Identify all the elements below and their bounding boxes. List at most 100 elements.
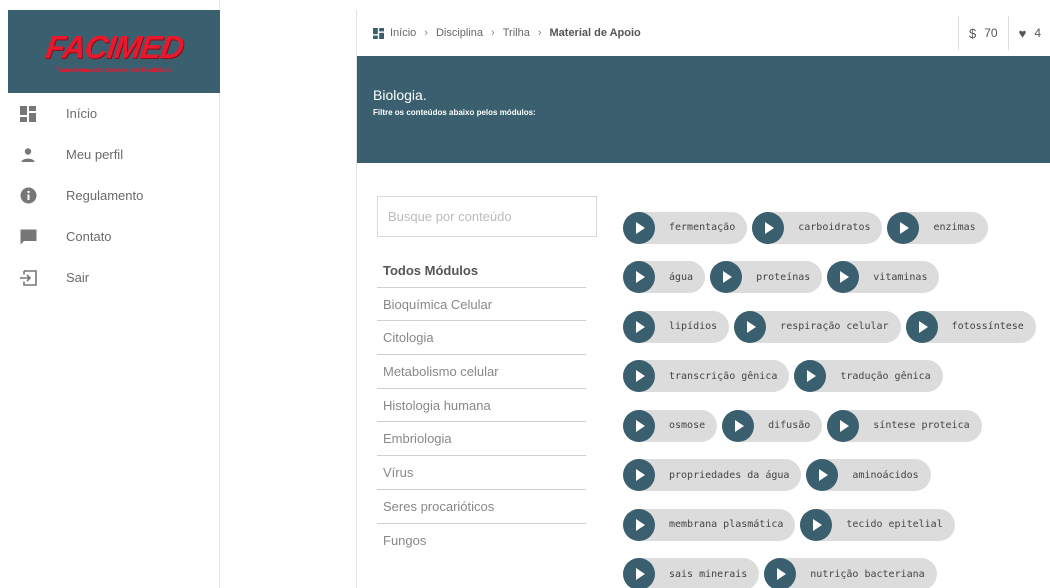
content-chip[interactable]: transcrição gênica — [623, 360, 790, 393]
content-chip[interactable]: vitaminas — [827, 261, 940, 294]
coins-stat: $ 70 — [958, 16, 1008, 50]
content-chip[interactable]: sais minerais — [623, 558, 760, 588]
content-chip-label: síntese proteica — [873, 420, 970, 432]
content-chip-label: enzimas — [933, 222, 976, 234]
info-icon — [18, 186, 38, 206]
play-icon[interactable] — [827, 409, 860, 442]
likes-stat: ♥ 4 — [1007, 16, 1050, 50]
sidebar-item-label: Contato — [66, 229, 112, 244]
play-icon[interactable] — [827, 261, 860, 294]
sidebar-item-contato[interactable]: Contato — [0, 216, 219, 257]
module-item[interactable]: Vírus — [377, 456, 586, 490]
play-icon[interactable] — [623, 310, 655, 343]
content-chip-label: transcrição gênica — [669, 370, 778, 382]
content-row: osmose difusão síntese proteica — [623, 401, 1043, 451]
likes-value: 4 — [1034, 26, 1041, 40]
module-item[interactable]: Citologia — [377, 321, 586, 356]
logo-name: FACIMED — [43, 29, 186, 65]
play-icon[interactable] — [623, 211, 655, 244]
play-icon[interactable] — [710, 261, 743, 294]
content-chip[interactable]: enzimas — [887, 211, 988, 244]
content-chip[interactable]: difusão — [722, 409, 823, 442]
top-bar: Início › Disciplina › Trilha › Material … — [357, 10, 1050, 56]
chevron-right-icon: › — [424, 27, 428, 39]
sidebar-item-inicio[interactable]: Início — [0, 93, 219, 134]
play-icon[interactable] — [764, 558, 797, 588]
content-chip[interactable]: tradução gênica — [794, 360, 943, 393]
play-icon[interactable] — [623, 360, 655, 393]
content-chip[interactable]: aminoácidos — [806, 459, 931, 492]
content-row: água proteínas vitaminas — [623, 253, 1043, 303]
content-chip-label: lipídios — [669, 321, 718, 333]
module-item[interactable]: Seres procarióticos — [377, 490, 586, 524]
content-chip[interactable]: fotossíntese — [905, 310, 1036, 343]
play-icon[interactable] — [722, 409, 755, 442]
sidebar-item-sair[interactable]: Sair — [0, 257, 219, 298]
person-icon — [18, 145, 38, 165]
logout-icon — [18, 268, 38, 288]
content-chip[interactable]: lipídios — [623, 310, 730, 343]
sidebar-item-meu-perfil[interactable]: Meu perfil — [0, 134, 219, 175]
breadcrumb-inicio[interactable]: Início — [390, 27, 416, 39]
play-icon[interactable] — [623, 459, 655, 492]
logo-tagline: Transformando Sonhos em Realidade — [55, 67, 173, 74]
module-item[interactable]: Todos Módulos — [377, 254, 586, 288]
content-chip[interactable]: tecido epitelial — [800, 508, 955, 541]
content-chip-label: água — [669, 271, 694, 283]
content-chip[interactable]: propriedades da água — [623, 459, 802, 492]
main-content: Início › Disciplina › Trilha › Material … — [356, 10, 1050, 588]
app-root: FACIMED Transformando Sonhos em Realidad… — [0, 0, 1050, 588]
play-icon[interactable] — [734, 310, 767, 343]
sidebar-item-regulamento[interactable]: Regulamento — [0, 175, 219, 216]
play-icon[interactable] — [623, 558, 655, 588]
content-row: transcrição gênica tradução gênica — [623, 352, 1043, 402]
content-chip-label: tecido epitelial — [846, 519, 943, 531]
play-icon[interactable] — [887, 211, 920, 244]
dashboard-icon — [373, 27, 384, 39]
content-chip[interactable]: água — [623, 261, 706, 294]
content-chip[interactable]: carboidratos — [752, 211, 883, 244]
content-chip-label: fermentação — [669, 222, 736, 234]
play-icon[interactable] — [806, 459, 839, 492]
search-input[interactable] — [377, 196, 597, 237]
content-chip[interactable]: fermentação — [623, 211, 748, 244]
dashboard-icon — [18, 104, 38, 124]
module-list: Todos Módulos Bioquímica Celular Citologia… — [377, 254, 586, 557]
sidebar-item-label: Início — [66, 106, 98, 121]
content-chip[interactable]: nutrição bacteriana — [764, 558, 937, 588]
heart-icon: ♥ — [1018, 25, 1027, 41]
module-item[interactable]: Fungos — [377, 524, 586, 558]
content-chip-label: membrana plasmática — [669, 519, 784, 531]
play-icon[interactable] — [794, 360, 827, 393]
logo[interactable]: FACIMED Transformando Sonhos em Realidad… — [8, 10, 220, 93]
chevron-right-icon: › — [491, 27, 495, 39]
sidebar: FACIMED Transformando Sonhos em Realidad… — [0, 0, 220, 588]
play-icon[interactable] — [800, 508, 833, 541]
content-chip[interactable]: osmose — [623, 409, 718, 442]
play-icon[interactable] — [905, 310, 938, 343]
content-chip[interactable]: síntese proteica — [827, 409, 982, 442]
content-chip[interactable]: membrana plasmática — [623, 508, 796, 541]
module-item[interactable]: Metabolismo celular — [377, 355, 586, 389]
content-row: membrana plasmática tecido epitelial — [623, 500, 1043, 550]
breadcrumb-trilha[interactable]: Trilha — [503, 27, 530, 39]
play-icon[interactable] — [623, 409, 655, 442]
breadcrumb-disciplina[interactable]: Disciplina — [436, 27, 483, 39]
module-item[interactable]: Bioquímica Celular — [377, 288, 586, 322]
content-chip[interactable]: proteínas — [710, 261, 823, 294]
user-stats: $ 70 ♥ 4 — [958, 16, 1050, 50]
content-chip-label: tradução gênica — [840, 370, 931, 382]
play-icon[interactable] — [623, 508, 655, 541]
module-item[interactable]: Histologia humana — [377, 389, 586, 423]
play-icon[interactable] — [623, 261, 655, 294]
content-chip-label: aminoácidos — [852, 469, 919, 481]
breadcrumb: Início › Disciplina › Trilha › Material … — [373, 27, 641, 39]
page-subtitle: Filtre os conteúdos abaixo pelos módulos… — [373, 108, 536, 117]
module-item[interactable]: Embriologia — [377, 422, 586, 457]
content-chip[interactable]: respiração celular — [734, 310, 901, 343]
play-icon[interactable] — [752, 211, 785, 244]
content-row: lipídios respiração celular fotossíntese — [623, 302, 1043, 352]
content-row: propriedades da água aminoácidos — [623, 451, 1043, 501]
chevron-right-icon: › — [537, 27, 542, 39]
content-chip-label: propriedades da água — [669, 469, 790, 481]
